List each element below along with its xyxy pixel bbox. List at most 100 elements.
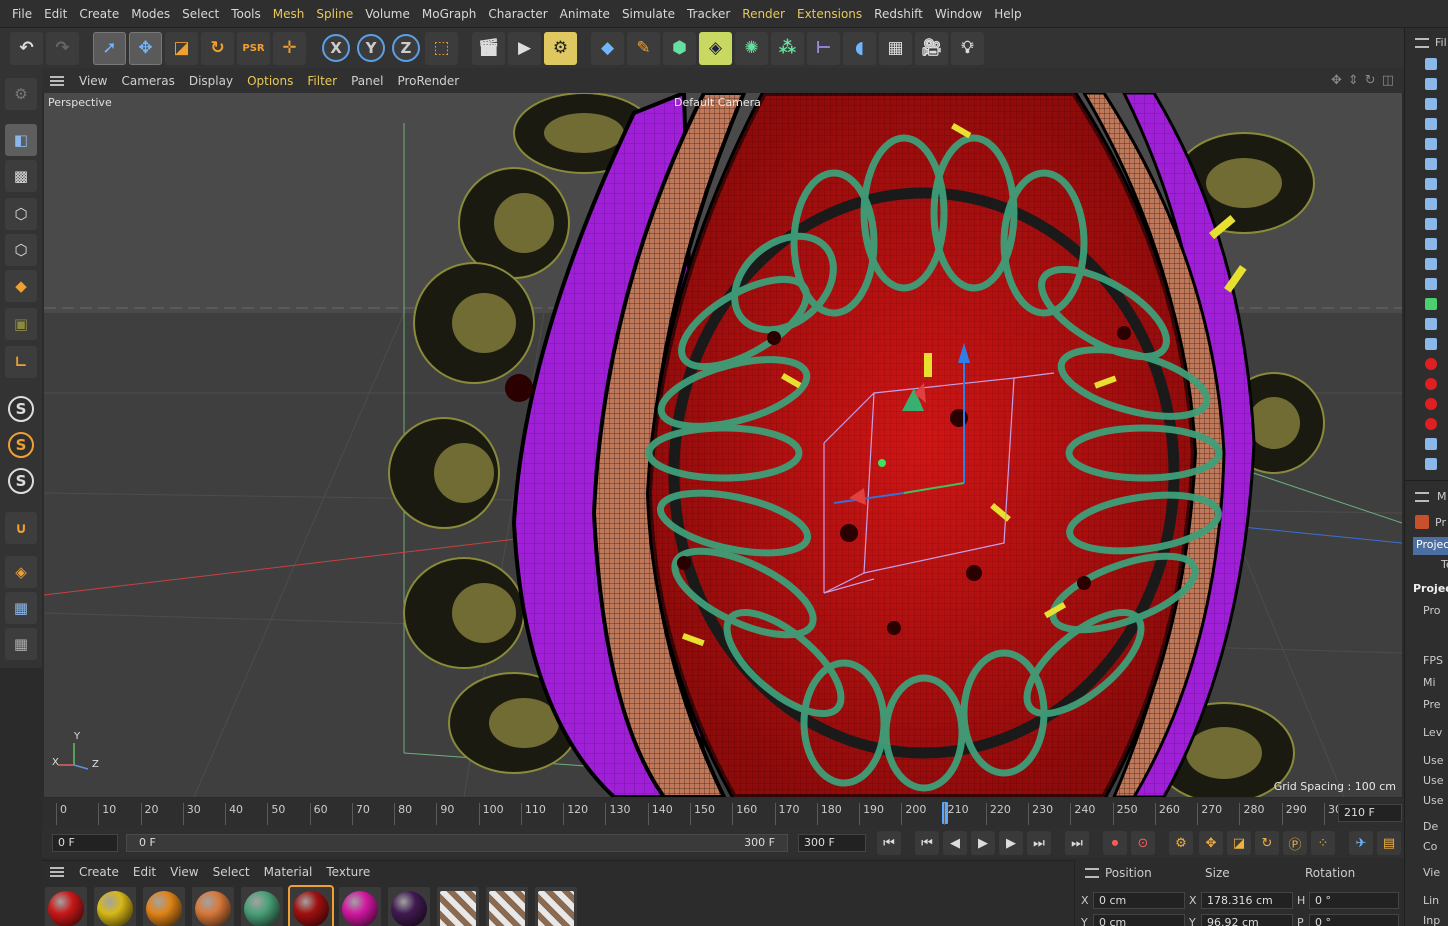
grid-button[interactable]: ▦	[5, 628, 37, 660]
camera-label[interactable]: Default Camera	[674, 96, 761, 109]
attributes-tab-pr[interactable]: Pr	[1435, 516, 1446, 529]
object-tree-row[interactable]	[1411, 298, 1447, 312]
viewport-menu-panel[interactable]: Panel	[344, 74, 390, 88]
live-selection-button[interactable]: ➚	[93, 31, 126, 65]
hamburger-icon[interactable]	[1415, 492, 1429, 502]
attributes-tab-project[interactable]: Projec	[1413, 537, 1448, 555]
material-salmon[interactable]	[192, 887, 234, 926]
record-button[interactable]: ⏺	[1103, 831, 1127, 855]
material-stripe-2[interactable]	[486, 887, 528, 926]
orbit-icon[interactable]: ↻	[1365, 73, 1376, 88]
timeline-button[interactable]: ▤	[1377, 831, 1401, 855]
object-tree-row[interactable]	[1411, 418, 1447, 432]
menu-mograph[interactable]: MoGraph	[416, 7, 483, 21]
menu-extensions[interactable]: Extensions	[791, 7, 868, 21]
menu-edit[interactable]: Edit	[38, 7, 73, 21]
material-dark-red[interactable]	[288, 885, 334, 926]
object-tree-row[interactable]	[1411, 58, 1447, 72]
material-menu-material[interactable]: Material	[257, 865, 320, 879]
transform-button[interactable]: ✛	[273, 31, 306, 65]
render-picture-viewer-button[interactable]: ▶	[508, 31, 541, 65]
motion-system-button[interactable]: ✈	[1349, 831, 1373, 855]
object-tree-row[interactable]	[1411, 118, 1447, 132]
menu-modes[interactable]: Modes	[125, 7, 176, 21]
object-tree-row[interactable]	[1411, 378, 1447, 392]
object-tree-row[interactable]	[1411, 318, 1447, 332]
3d-viewport[interactable]: Perspective Default Camera Grid Spacing …	[44, 93, 1402, 797]
hamburger-icon[interactable]	[50, 75, 64, 86]
rot-h-field[interactable]: 0 °	[1309, 892, 1399, 909]
key-position-button[interactable]: ✥	[1199, 831, 1223, 855]
start-frame-field[interactable]: 0 F	[52, 834, 118, 852]
viewport-menu-options[interactable]: Options	[240, 74, 300, 88]
keyframe-selection-button[interactable]: ⚙	[1169, 831, 1193, 855]
redo-button[interactable]: ↷	[46, 31, 79, 65]
next-key-button[interactable]: ⏭	[1027, 831, 1051, 855]
snap-settings-button[interactable]: S	[8, 432, 34, 458]
menu-redshift[interactable]: Redshift	[868, 7, 929, 21]
object-tree-row[interactable]	[1411, 138, 1447, 152]
menu-tracker[interactable]: Tracker	[681, 7, 736, 21]
axis-z-button[interactable]: Z	[392, 34, 420, 62]
cloner-button[interactable]: ✺	[735, 31, 768, 65]
menu-window[interactable]: Window	[929, 7, 988, 21]
material-menu-create[interactable]: Create	[72, 865, 126, 879]
material-stripe-1[interactable]	[437, 887, 479, 926]
locked-workplane-button[interactable]: ▦	[5, 592, 37, 624]
edges-mode-button[interactable]: ⬡	[5, 234, 37, 266]
size-x-field[interactable]: 178.316 cm	[1201, 892, 1293, 909]
material-magenta[interactable]	[339, 887, 381, 926]
material-menu-view[interactable]: View	[163, 865, 205, 879]
menu-character[interactable]: Character	[482, 7, 553, 21]
pan-icon[interactable]: ✥	[1331, 73, 1342, 88]
light-button[interactable]: 💡︎	[951, 31, 984, 65]
key-rotation-button[interactable]: ↻	[1255, 831, 1279, 855]
menu-file[interactable]: File	[6, 7, 38, 21]
object-tree-row[interactable]	[1411, 438, 1447, 452]
material-menu-texture[interactable]: Texture	[319, 865, 377, 879]
camera-button[interactable]: 🎥︎	[915, 31, 948, 65]
subdivision-button[interactable]: ⬢	[663, 31, 696, 65]
pos-y-field[interactable]: 0 cm	[1093, 914, 1185, 926]
points-mode-button[interactable]: ⬡	[5, 198, 37, 230]
uv-mode-button[interactable]: ▣	[5, 308, 37, 340]
magnet-button[interactable]: ∪	[5, 512, 37, 544]
menu-simulate[interactable]: Simulate	[616, 7, 681, 21]
go-to-end-button[interactable]: ⏭	[1065, 831, 1089, 855]
snap-button[interactable]: S	[8, 396, 34, 422]
viewport-menu-cameras[interactable]: Cameras	[114, 74, 181, 88]
attributes-menu-label[interactable]: M	[1437, 490, 1447, 503]
menu-spline[interactable]: Spline	[310, 7, 359, 21]
object-tree-row[interactable]	[1411, 398, 1447, 412]
hamburger-icon[interactable]	[1085, 868, 1099, 878]
object-mode-button[interactable]: ◧	[5, 124, 37, 156]
key-parameter-button[interactable]: Ⓟ	[1283, 831, 1307, 855]
floor-button[interactable]: ▦	[879, 31, 912, 65]
pos-x-field[interactable]: 0 cm	[1093, 892, 1185, 909]
material-green-glass[interactable]	[241, 887, 283, 926]
material-yellow[interactable]	[94, 887, 136, 926]
workplane-button[interactable]: ◈	[5, 556, 37, 588]
pen-button[interactable]: ✎	[627, 31, 660, 65]
prev-frame-button[interactable]: ◀	[943, 831, 967, 855]
frame-range-slider[interactable]: 0 F 300 F	[126, 834, 788, 852]
viewport-menu-display[interactable]: Display	[182, 74, 240, 88]
object-tree-row[interactable]	[1411, 178, 1447, 192]
material-purple-fuzz[interactable]	[388, 887, 430, 926]
attributes-tab-t[interactable]: Te	[1441, 558, 1448, 571]
object-tree-row[interactable]	[1411, 238, 1447, 252]
menu-create[interactable]: Create	[73, 7, 125, 21]
array-button[interactable]: ◈	[699, 31, 732, 65]
object-tree-row[interactable]	[1411, 278, 1447, 292]
key-scale-button[interactable]: ◪	[1227, 831, 1251, 855]
snap-workplane-button[interactable]: S	[8, 468, 34, 494]
size-y-field[interactable]: 96.92 cm	[1201, 914, 1293, 926]
object-tree-row[interactable]	[1411, 98, 1447, 112]
object-tree-row[interactable]	[1411, 218, 1447, 232]
dolly-icon[interactable]: ⇕	[1348, 73, 1359, 88]
menu-render[interactable]: Render	[736, 7, 791, 21]
menu-animate[interactable]: Animate	[554, 7, 616, 21]
object-tree-row[interactable]	[1411, 258, 1447, 272]
hamburger-icon[interactable]	[1415, 38, 1429, 48]
object-tree-row[interactable]	[1411, 158, 1447, 172]
